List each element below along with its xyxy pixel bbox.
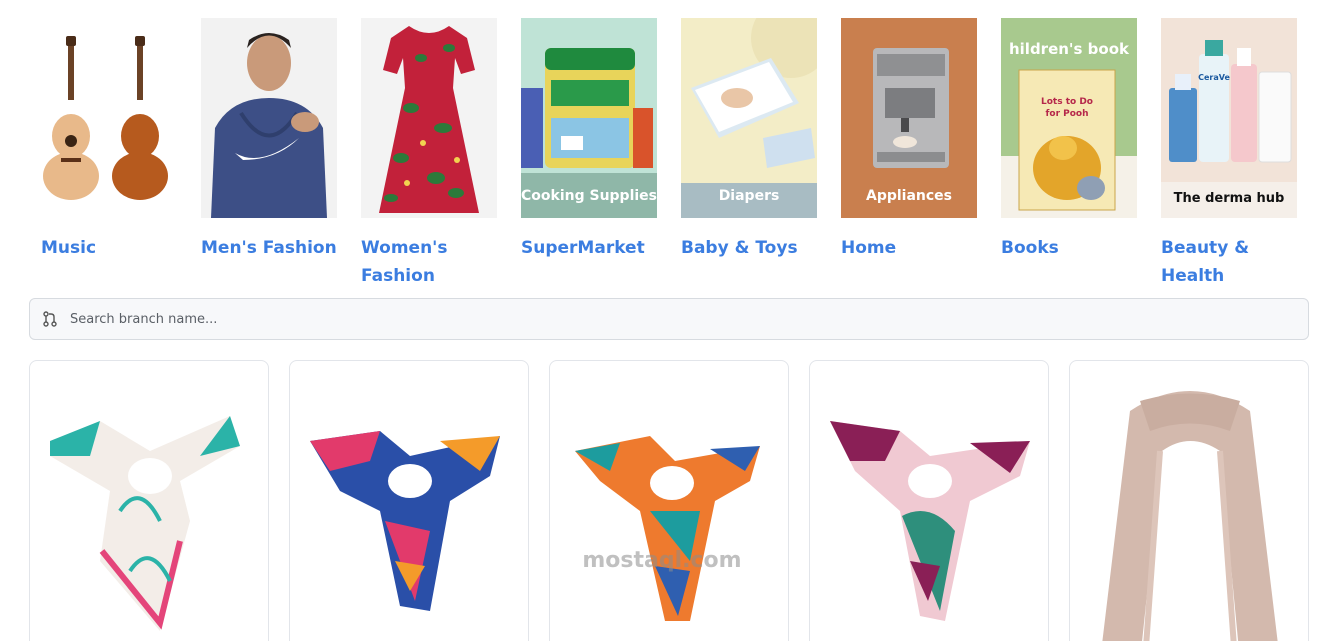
category-label[interactable]: Women's Fashion	[361, 234, 497, 290]
category-music[interactable]: Music	[41, 18, 177, 290]
svg-text:Lots to Do: Lots to Do	[1041, 97, 1093, 107]
scarf-image	[50, 416, 240, 631]
product-card[interactable]	[809, 360, 1049, 641]
page: Music Men's Fashion Women's Fashion Cook…	[0, 0, 1325, 641]
search-input[interactable]	[70, 311, 1170, 327]
category-label[interactable]: Men's Fashion	[201, 234, 337, 262]
category-image-supermarket: Cooking Supplies	[521, 18, 657, 218]
branch-search-bar[interactable]	[29, 298, 1309, 340]
category-overlay-text: The derma hub	[1173, 191, 1285, 206]
git-branch-icon	[43, 311, 57, 327]
category-image-books: hildren's book Lots to Do for Pooh	[1001, 18, 1137, 218]
category-image-beauty-health: CeraVe The derma hub	[1161, 18, 1297, 218]
product-card[interactable]	[289, 360, 529, 641]
category-label[interactable]: Music	[41, 234, 177, 262]
category-books[interactable]: hildren's book Lots to Do for Pooh Books	[1001, 18, 1137, 290]
product-grid	[29, 360, 1309, 641]
category-supermarket[interactable]: Cooking Supplies SuperMarket	[521, 18, 657, 290]
category-overlay-text: Diapers	[718, 188, 780, 204]
category-image-mens-fashion	[201, 18, 337, 218]
category-overlay-text: Appliances	[865, 188, 953, 204]
scarf-image	[830, 421, 1030, 621]
product-card[interactable]	[549, 360, 789, 641]
scarf-image	[1102, 391, 1278, 641]
category-beauty-health[interactable]: CeraVe The derma hub Beauty & Health	[1161, 18, 1297, 290]
category-label[interactable]: Baby & Toys	[681, 234, 817, 262]
product-card[interactable]	[29, 360, 269, 641]
category-home[interactable]: Appliances Home	[841, 18, 977, 290]
category-mens-fashion[interactable]: Men's Fashion	[201, 18, 337, 290]
category-womens-fashion[interactable]: Women's Fashion	[361, 18, 497, 290]
category-label[interactable]: Books	[1001, 234, 1137, 262]
scarf-image	[310, 431, 500, 611]
product-card[interactable]	[1069, 360, 1309, 641]
category-overlay-text: Cooking Supplies	[521, 188, 657, 204]
category-image-home: Appliances	[841, 18, 977, 218]
svg-text:CeraVe: CeraVe	[1198, 73, 1230, 82]
category-image-music	[41, 18, 177, 218]
category-label[interactable]: Home	[841, 234, 977, 262]
category-label[interactable]: Beauty & Health	[1161, 234, 1297, 290]
svg-text:hildren's book: hildren's book	[1009, 40, 1130, 58]
svg-text:for Pooh: for Pooh	[1045, 109, 1088, 119]
category-label[interactable]: SuperMarket	[521, 234, 657, 262]
scarf-image	[575, 436, 760, 621]
category-baby-toys[interactable]: Diapers Baby & Toys	[681, 18, 817, 290]
category-image-womens-fashion	[361, 18, 497, 218]
category-image-baby-toys: Diapers	[681, 18, 817, 218]
category-row: Music Men's Fashion Women's Fashion Cook…	[41, 18, 1297, 290]
